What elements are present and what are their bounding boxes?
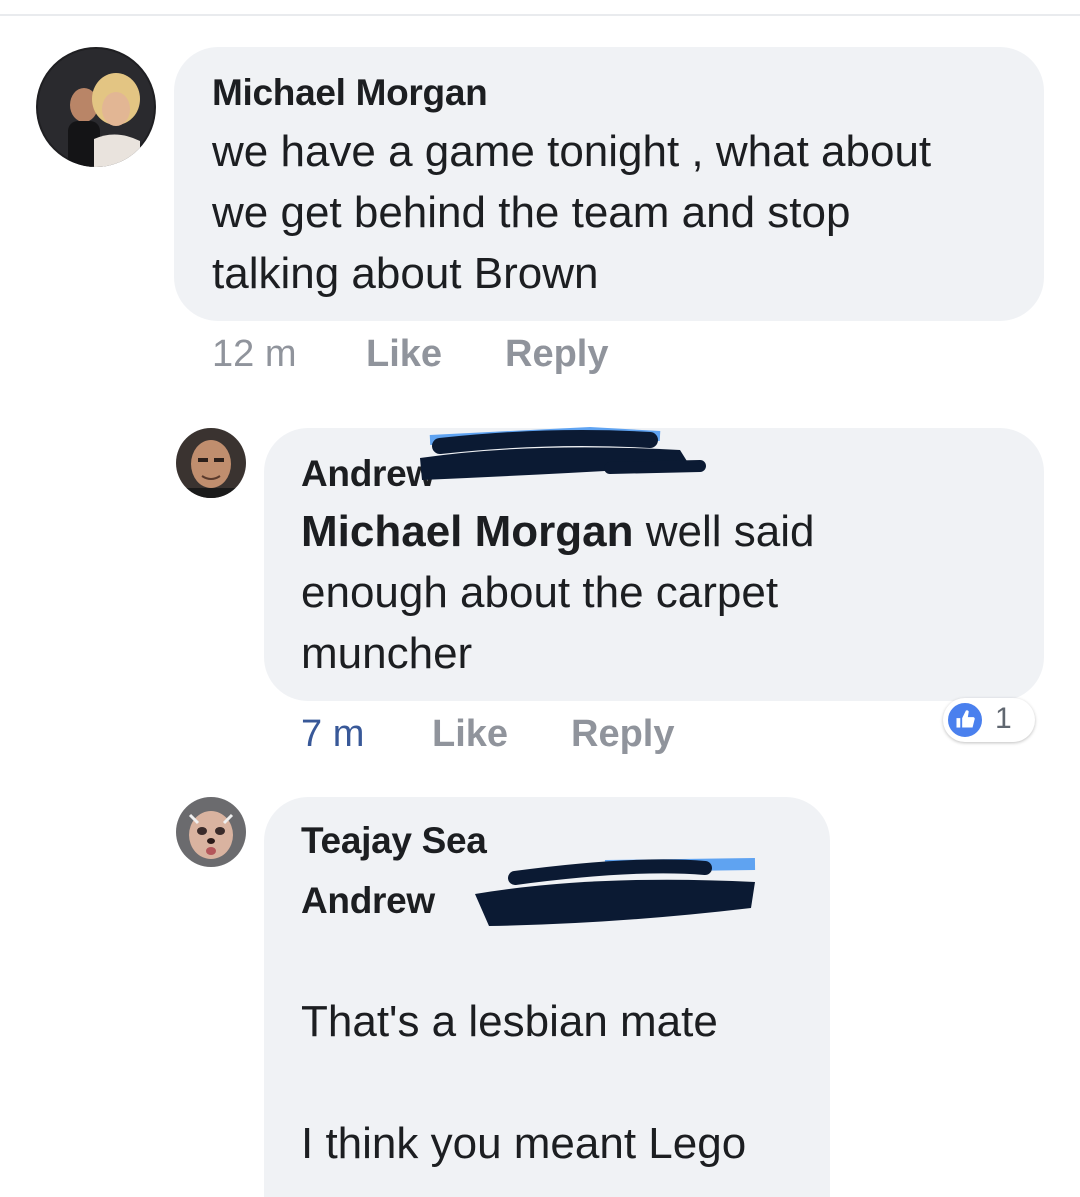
comment-text-fragment: well said [633,507,815,556]
redaction-scribble [455,852,765,937]
comment-timestamp[interactable]: 12 m [212,333,296,376]
comment-text-line: we get behind the team and stop [212,188,851,237]
thumbs-up-icon [946,701,984,739]
comment-text-line: I think you meant Lego [301,1119,747,1168]
comment-text-line: talking about Brown [212,249,599,298]
reply-button[interactable]: Reply [571,713,674,756]
reply-button[interactable]: Reply [505,333,608,376]
comment-text-line: That's a lesbian mate [301,997,718,1046]
avatar[interactable] [176,428,246,498]
comment-text-line: we have a game tonight , what about [212,127,932,176]
reaction-summary[interactable]: 1 [943,698,1035,742]
reaction-count: 1 [995,702,1012,735]
redaction-scribble [410,420,710,500]
avatar[interactable] [176,797,246,867]
comment-timestamp[interactable]: 7 m [301,713,364,756]
comment-text-line: enough about the carpet [301,568,779,617]
mention-tag[interactable]: Andrew [301,880,435,922]
top-divider [0,14,1080,16]
like-button[interactable]: Like [366,333,442,376]
comment-text-line: Michael Morgan well said [301,507,814,557]
mention-tag[interactable]: Michael Morgan [301,507,634,556]
avatar[interactable] [36,47,156,167]
like-button[interactable]: Like [432,713,508,756]
comment-text-line: muncher [301,629,473,678]
comment-author-name[interactable]: Michael Morgan [212,72,488,114]
